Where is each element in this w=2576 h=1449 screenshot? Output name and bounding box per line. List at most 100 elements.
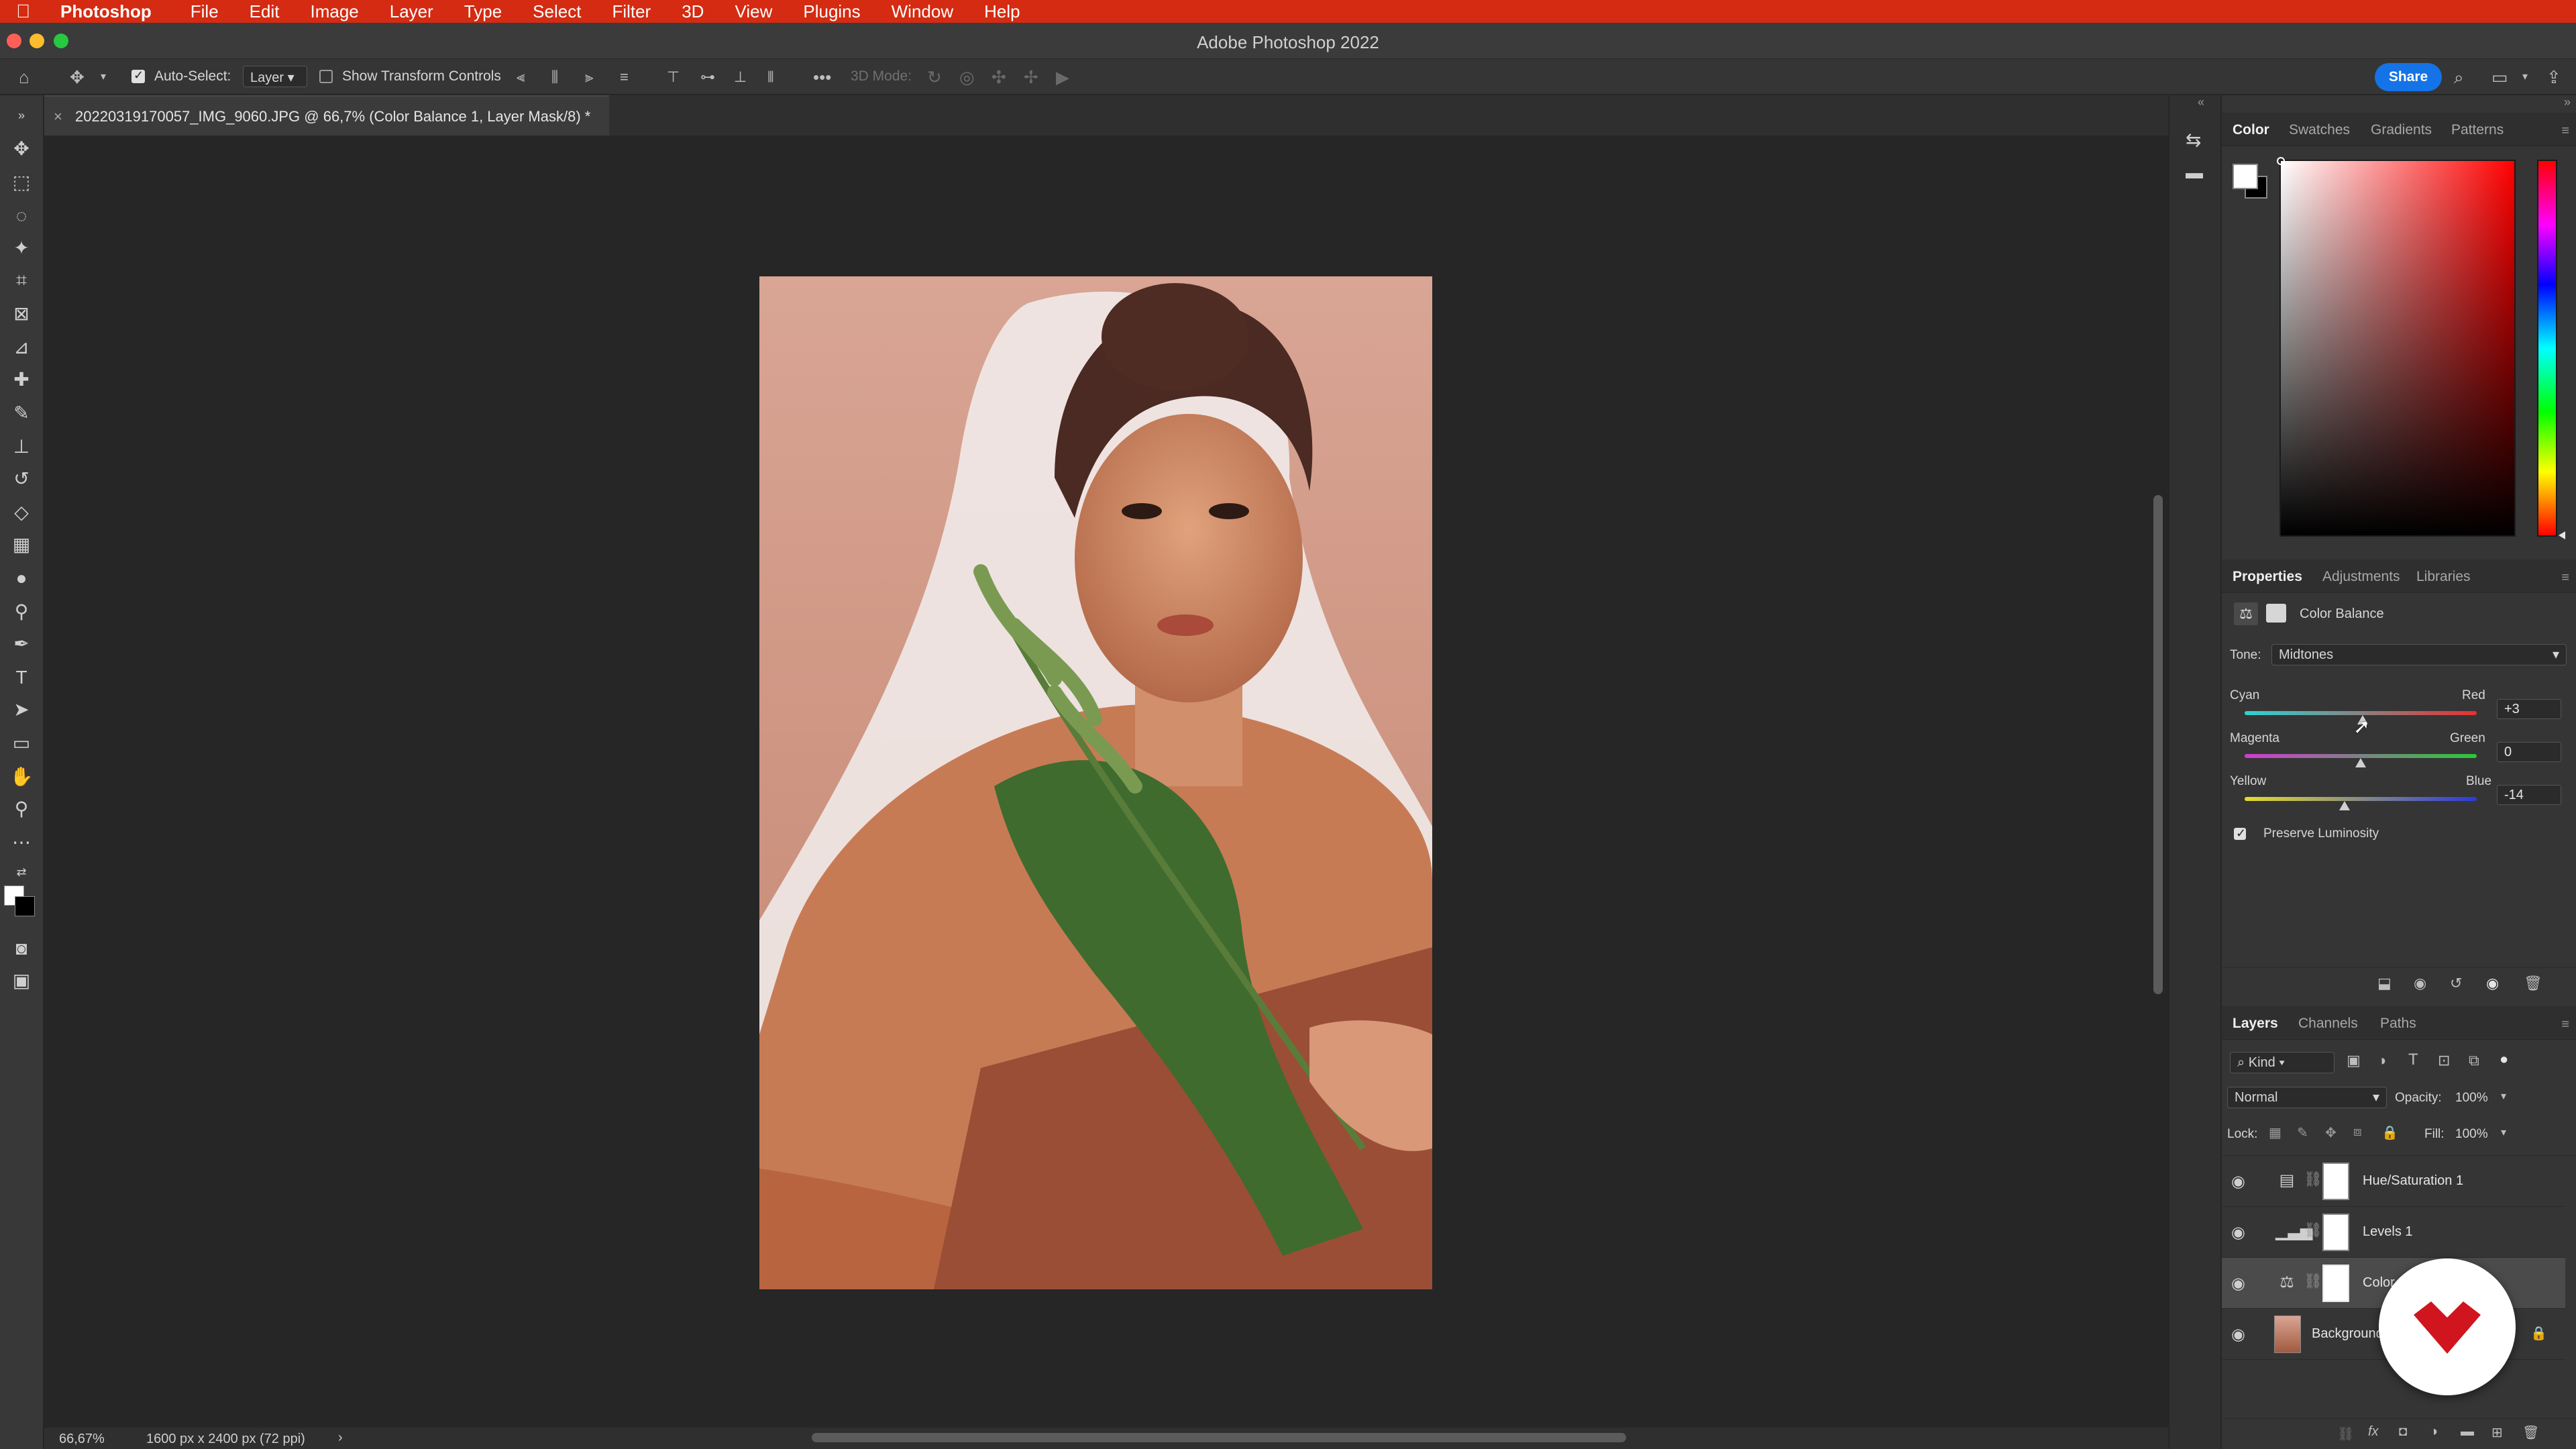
- tab-paths[interactable]: Paths: [2380, 1016, 2416, 1032]
- lock-position-icon[interactable]: ✥: [2325, 1124, 2337, 1141]
- layer-mask-thumbnail[interactable]: [2322, 1214, 2349, 1251]
- filter-adjustment-icon[interactable]: ◑: [2377, 1052, 2386, 1069]
- menu-layer[interactable]: Layer: [390, 1, 433, 22]
- tone-dropdown[interactable]: Midtones ▾: [2271, 644, 2567, 665]
- visibility-icon[interactable]: ◉: [2486, 975, 2499, 992]
- quick-mask-icon[interactable]: ◙: [8, 935, 35, 962]
- new-adjustment-layer-icon[interactable]: ◑: [2430, 1424, 2438, 1440]
- tab-layers[interactable]: Layers: [2233, 1016, 2278, 1032]
- opacity-chevron-icon[interactable]: ▾: [2501, 1089, 2506, 1103]
- delete-layer-icon[interactable]: 🗑: [2522, 1424, 2539, 1441]
- apple-icon[interactable]: : [16, 2, 35, 21]
- layer-visibility-icon[interactable]: ◉: [2231, 1223, 2245, 1242]
- properties-panel-menu-icon[interactable]: ≡: [2561, 570, 2569, 586]
- more-options-icon[interactable]: •••: [813, 67, 831, 87]
- zoom-level[interactable]: 66,67%: [59, 1432, 105, 1447]
- reset-icon[interactable]: ↺: [2450, 975, 2462, 992]
- layers-panel-menu-icon[interactable]: ≡: [2561, 1017, 2569, 1032]
- add-mask-icon[interactable]: ◘: [2399, 1424, 2407, 1440]
- layer-row-levels[interactable]: ◉ ▁▃▅ ⛓ Levels 1: [2222, 1207, 2565, 1258]
- color-field-cursor[interactable]: [2277, 157, 2285, 165]
- layer-visibility-icon[interactable]: ◉: [2231, 1172, 2245, 1191]
- foreground-color-chip[interactable]: [2233, 164, 2258, 189]
- background-color-swatch[interactable]: [15, 896, 35, 916]
- edit-toolbar-icon[interactable]: ⋯: [8, 829, 35, 856]
- image-thumbnail[interactable]: [2274, 1316, 2301, 1353]
- gradient-tool-icon[interactable]: ▦: [8, 531, 35, 558]
- menu-filter[interactable]: Filter: [612, 1, 651, 22]
- lock-transparent-icon[interactable]: ▦: [2269, 1124, 2282, 1141]
- dodge-tool-icon[interactable]: ⚲: [8, 598, 35, 625]
- 3d-orbit-icon[interactable]: ↻: [927, 67, 942, 87]
- auto-select-target-dropdown[interactable]: Layer ▾: [243, 66, 307, 87]
- document-tab[interactable]: × 20220319170057_IMG_9060.JPG @ 66,7% (C…: [44, 95, 610, 137]
- clip-to-layer-icon[interactable]: ⬓: [2377, 975, 2392, 992]
- new-layer-icon[interactable]: ⊞: [2491, 1424, 2503, 1441]
- align-right-icon[interactable]: ⫸: [585, 67, 593, 87]
- filter-type-icon[interactable]: T: [2408, 1051, 2418, 1069]
- color-balance-icon[interactable]: ⚖: [2234, 602, 2258, 625]
- delete-adjustment-icon[interactable]: 🗑: [2524, 975, 2542, 992]
- filter-pixel-icon[interactable]: ▣: [2347, 1052, 2361, 1069]
- tab-properties[interactable]: Properties: [2233, 569, 2302, 585]
- 3d-roll-icon[interactable]: ◎: [959, 67, 975, 87]
- menu-plugins[interactable]: Plugins: [803, 1, 860, 22]
- menu-view[interactable]: View: [735, 1, 772, 22]
- new-group-icon[interactable]: ▬: [2461, 1424, 2474, 1440]
- filter-smart-object-icon[interactable]: ⧉: [2469, 1052, 2479, 1069]
- mask-link-icon[interactable]: ⛓: [2304, 1273, 2322, 1290]
- distribute-vertical-icon[interactable]: ⦀: [767, 67, 774, 87]
- align-bottom-icon[interactable]: ⊥: [734, 67, 747, 87]
- color-panel-menu-icon[interactable]: ≡: [2561, 123, 2569, 139]
- blend-mode-dropdown[interactable]: Normal ▾: [2227, 1087, 2387, 1108]
- share-button[interactable]: Share: [2375, 63, 2442, 91]
- lasso-tool-icon[interactable]: ◌: [8, 203, 35, 229]
- menu-select[interactable]: Select: [533, 1, 581, 22]
- hand-tool-icon[interactable]: ✋: [8, 763, 35, 790]
- view-previous-icon[interactable]: ◉: [2414, 975, 2426, 992]
- magic-wand-tool-icon[interactable]: ✦: [8, 235, 35, 262]
- layer-name[interactable]: Levels 1: [2363, 1224, 2413, 1240]
- auto-select-checkbox[interactable]: [131, 68, 145, 83]
- mask-link-icon[interactable]: ⛓: [2304, 1171, 2322, 1188]
- filter-shape-icon[interactable]: ⊡: [2438, 1052, 2450, 1069]
- mask-link-icon[interactable]: ⛓: [2304, 1222, 2322, 1239]
- marquee-tool-icon[interactable]: ⬚: [8, 169, 35, 196]
- layer-mask-thumbnail[interactable]: [2322, 1265, 2349, 1302]
- preserve-luminosity-checkbox[interactable]: [2234, 826, 2246, 841]
- color-field[interactable]: [2277, 157, 2516, 537]
- horizontal-scrollbar-thumb[interactable]: [812, 1433, 1626, 1442]
- move-tool-icon[interactable]: ✥: [8, 136, 35, 162]
- magenta-green-value[interactable]: 0: [2497, 742, 2561, 762]
- swap-colors-icon[interactable]: ⇄: [8, 859, 35, 885]
- menu-file[interactable]: File: [191, 1, 219, 22]
- tab-adjustments[interactable]: Adjustments: [2322, 569, 2400, 585]
- rectangle-tool-icon[interactable]: ▭: [8, 730, 35, 757]
- status-chevron-icon[interactable]: ›: [338, 1430, 343, 1446]
- menu-3d[interactable]: 3D: [682, 1, 704, 22]
- canvas-area[interactable]: [46, 136, 2148, 1428]
- layer-mask-icon[interactable]: [2266, 604, 2286, 623]
- 3d-camera-icon[interactable]: ▶: [1056, 67, 1069, 87]
- zoom-tool-icon[interactable]: ⚲: [8, 796, 35, 822]
- distribute-icon[interactable]: ≡: [620, 67, 629, 87]
- crop-tool-icon[interactable]: ⌗: [8, 267, 35, 294]
- pen-tool-icon[interactable]: ✒: [8, 631, 35, 657]
- comments-panel-icon[interactable]: ▬: [2186, 162, 2203, 183]
- history-panel-icon[interactable]: ⇆: [2186, 129, 2201, 151]
- layer-mask-thumbnail[interactable]: [2322, 1163, 2349, 1200]
- magenta-green-slider-thumb[interactable]: [2355, 758, 2366, 767]
- brush-tool-icon[interactable]: ✎: [8, 400, 35, 427]
- blur-tool-icon[interactable]: ●: [8, 565, 35, 592]
- close-tab-icon[interactable]: ×: [54, 97, 62, 137]
- type-tool-icon[interactable]: T: [8, 664, 35, 691]
- clone-stamp-tool-icon[interactable]: ⊥: [8, 433, 35, 460]
- filter-toggle-icon[interactable]: ●: [2500, 1051, 2508, 1068]
- frame-tool-icon[interactable]: ⊠: [8, 301, 35, 327]
- lock-artboard-icon[interactable]: ⧈: [2353, 1124, 2362, 1140]
- layer-style-icon[interactable]: fx: [2368, 1424, 2379, 1440]
- fill-chevron-icon[interactable]: ▾: [2501, 1126, 2506, 1139]
- hue-slider[interactable]: [2537, 160, 2565, 539]
- lock-image-icon[interactable]: ✎: [2297, 1124, 2308, 1141]
- workspace-chevron-icon[interactable]: ▾: [2522, 67, 2528, 87]
